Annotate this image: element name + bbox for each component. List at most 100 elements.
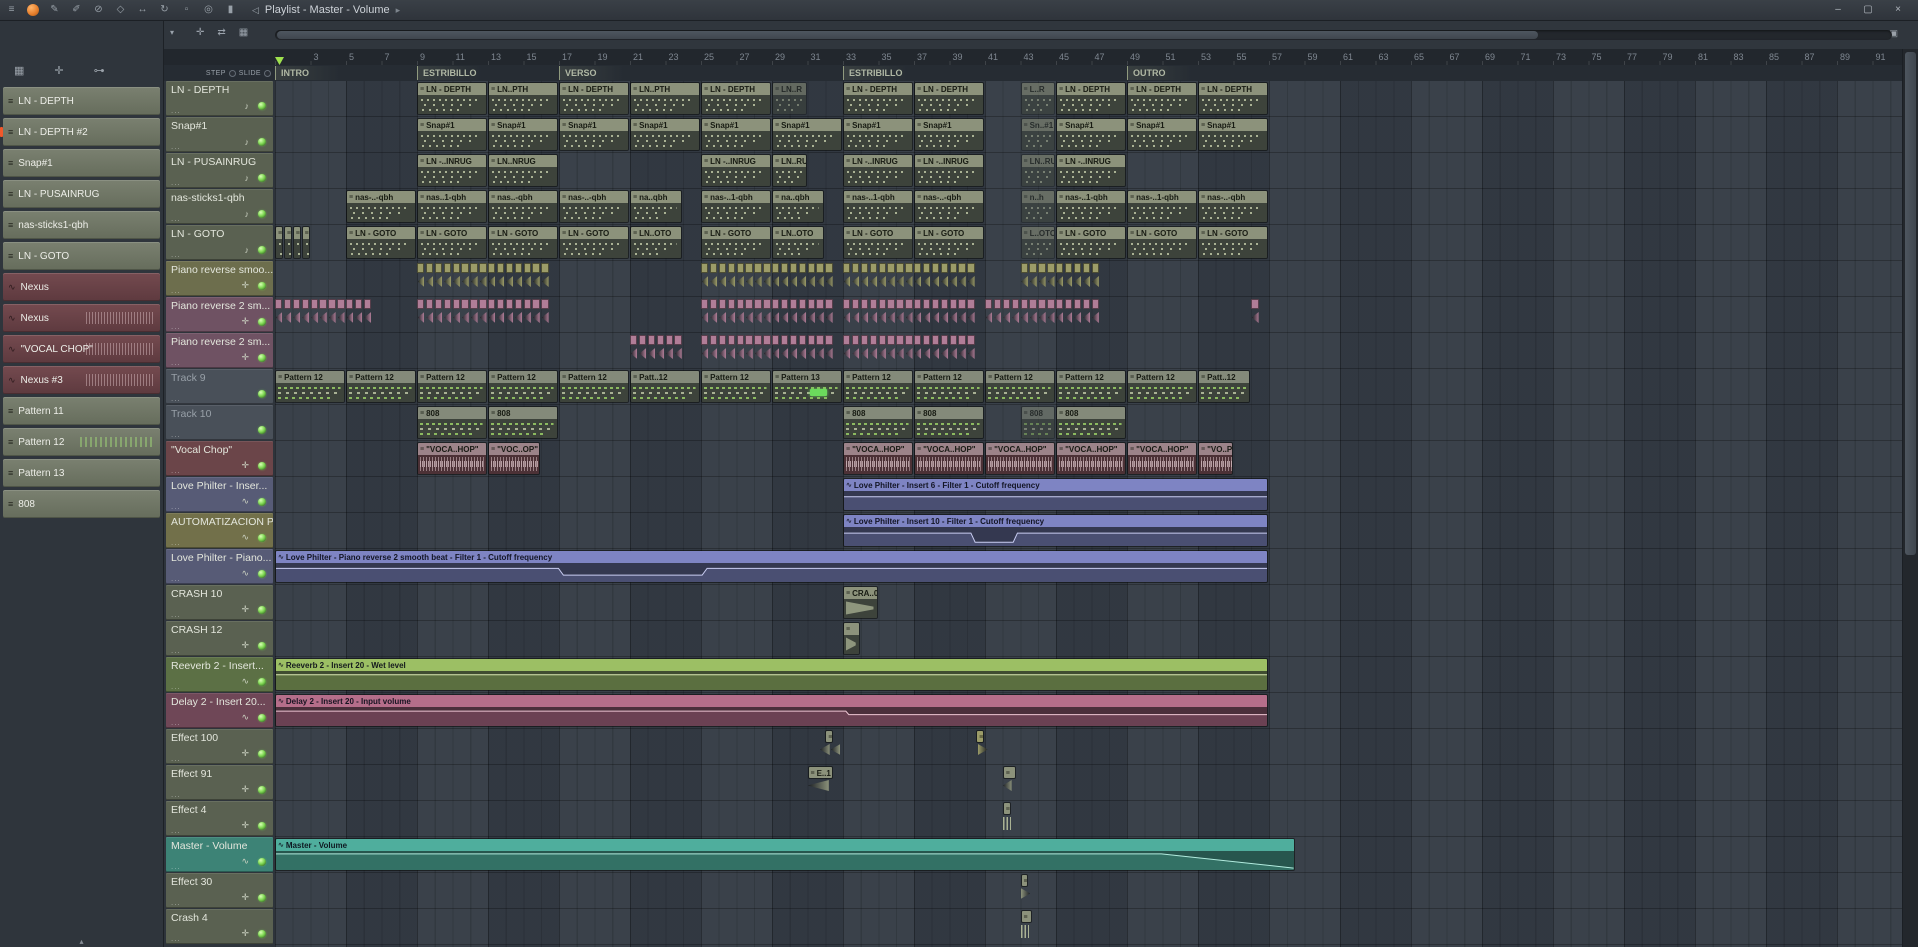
clip-stub[interactable]: ≡: [825, 730, 834, 743]
link-icon[interactable]: ⊶: [94, 64, 105, 77]
audio-mini-clip[interactable]: [1056, 263, 1064, 273]
audio-mini-clip[interactable]: [505, 263, 514, 273]
audio-arrow-clip[interactable]: [772, 276, 780, 287]
audio-arrow-clip[interactable]: [1047, 312, 1055, 323]
audio-mini-clip[interactable]: [718, 335, 727, 345]
audio-mini-clip[interactable]: [1029, 299, 1037, 309]
snap-grid-icon[interactable]: ▦: [239, 27, 248, 38]
audio-mini-clip[interactable]: [417, 299, 425, 309]
audio-arrow-clip[interactable]: [719, 312, 727, 323]
pattern-clip[interactable]: ≡ LN - GOTO: [559, 226, 629, 259]
close-button[interactable]: ×: [1883, 0, 1913, 20]
track-header[interactable]: CRASH 12... ✛: [166, 621, 273, 656]
timeline-marker[interactable]: VERSO: [559, 66, 645, 80]
pattern-clip[interactable]: ≡ Pattern 12: [346, 370, 416, 403]
audio-mini-clip[interactable]: [887, 263, 895, 273]
track-header[interactable]: Snap#1... ♪: [166, 117, 273, 152]
mute-led[interactable]: [258, 642, 266, 650]
audio-arrow-clip[interactable]: [648, 348, 656, 359]
audio-mini-clip[interactable]: [878, 263, 886, 273]
audio-arrow-clip[interactable]: [426, 312, 434, 323]
track-header[interactable]: CRASH 10... ✛: [166, 585, 273, 620]
mute-led[interactable]: [258, 930, 266, 938]
audio-mini-clip[interactable]: [736, 299, 744, 309]
paint-tool-icon[interactable]: ✐: [70, 0, 83, 20]
audio-mini-clip[interactable]: [860, 263, 869, 273]
clip-stub[interactable]: ≡: [1020, 874, 1029, 887]
mute-led[interactable]: [258, 282, 266, 290]
audio-arrow-clip[interactable]: [719, 348, 727, 359]
audio-arrow-clip[interactable]: [879, 348, 886, 359]
pattern-clip[interactable]: ≡ 808: [488, 406, 558, 439]
mute-led[interactable]: [258, 606, 266, 614]
pattern-clip[interactable]: ≡ na..qbh: [772, 190, 825, 223]
audio-mini-clip[interactable]: [1047, 263, 1055, 273]
audio-mini-clip[interactable]: [922, 335, 931, 345]
audio-arrow-clip[interactable]: [497, 312, 505, 323]
audio-arrow-clip[interactable]: [870, 312, 877, 323]
pattern-clip[interactable]: ≡ nas-..1-qbh: [1127, 190, 1197, 223]
audio-mini-clip[interactable]: [443, 299, 451, 309]
pattern-list-item[interactable]: ∿ Nexus #3: [3, 366, 160, 394]
automation-clip[interactable]: ∿ Master - Volume: [275, 838, 1295, 871]
pattern-clip[interactable]: ≡ Snap#1: [914, 118, 984, 151]
audio-mini-clip[interactable]: [763, 335, 771, 345]
audio-arrow-clip[interactable]: [1074, 276, 1082, 287]
audio-mini-clip[interactable]: [780, 263, 789, 273]
audio-arrow-clip[interactable]: [532, 312, 540, 323]
audio-mini-clip[interactable]: [532, 299, 540, 309]
mute-led[interactable]: [258, 246, 266, 254]
pattern-clip[interactable]: ≡: [275, 226, 283, 259]
pattern-clip[interactable]: ≡ Snap#1: [488, 118, 558, 151]
audio-mini-clip[interactable]: [665, 335, 673, 345]
audio-arrow-clip[interactable]: [701, 312, 709, 323]
audio-arrow-clip[interactable]: [950, 312, 957, 323]
mute-led[interactable]: [258, 750, 266, 758]
audio-arrow-clip[interactable]: [470, 276, 478, 287]
audio-mini-clip[interactable]: [514, 263, 522, 273]
pattern-list-item[interactable]: ≡ nas-sticks1-qbh: [3, 211, 160, 239]
zoom-tool-icon[interactable]: ◎: [202, 0, 215, 20]
audio-arrow-clip[interactable]: [790, 312, 798, 323]
audio-mini-clip[interactable]: [985, 299, 993, 309]
pattern-clip[interactable]: ≡ 808: [914, 406, 984, 439]
clip-stub[interactable]: ≡: [1020, 910, 1032, 923]
track-mode-auto-icon[interactable]: ∿: [241, 856, 249, 867]
audio-mini-clip[interactable]: [727, 263, 735, 273]
audio-arrow-clip[interactable]: [1029, 312, 1037, 323]
track-header[interactable]: Love Philter - Inser...... ∿: [166, 477, 273, 512]
track-header[interactable]: Piano reverse smoo...... ✛: [166, 261, 273, 296]
track-mode-note-icon[interactable]: ♪: [245, 101, 250, 111]
audio-arrow-clip[interactable]: [958, 348, 966, 359]
audio-mini-clip[interactable]: [1073, 263, 1082, 273]
audio-arrow-clip[interactable]: [524, 312, 531, 323]
audio-mini-clip[interactable]: [851, 299, 860, 309]
audio-mini-clip[interactable]: [851, 263, 860, 273]
track-lane[interactable]: [275, 297, 1903, 333]
audio-spikes-clip[interactable]: [1002, 817, 1011, 830]
track-mode-note-icon[interactable]: ♪: [245, 137, 250, 147]
select-tool-icon[interactable]: ▫: [180, 0, 193, 20]
audio-mini-clip[interactable]: [354, 299, 363, 309]
clip-stub[interactable]: ≡ E..1: [807, 766, 834, 779]
timeline-marker[interactable]: INTRO: [275, 66, 361, 80]
audio-arrow-clip[interactable]: [728, 276, 735, 287]
pattern-clip[interactable]: ≡ LN - DEPTH: [1198, 82, 1268, 115]
audio-arrow-clip[interactable]: [435, 312, 443, 323]
audio-arrow-clip[interactable]: [328, 312, 336, 323]
track-lane[interactable]: ≡ Pattern 12 ≡ Pattern 12 ≡ Pattern 12 ≡ Patter…: [275, 369, 1903, 405]
pattern-clip[interactable]: ≡ nas-..-qbh: [559, 190, 629, 223]
audio-mini-clip[interactable]: [1091, 263, 1099, 273]
audio-arrow-clip[interactable]: [763, 276, 771, 287]
audio-arrow-clip[interactable]: [790, 348, 798, 359]
audio-mini-clip[interactable]: [701, 299, 709, 309]
pattern-clip[interactable]: ≡ LN -..INRUG: [417, 154, 487, 187]
audio-arrow-clip[interactable]: [1029, 276, 1037, 287]
audio-mini-clip[interactable]: [1047, 299, 1055, 309]
pattern-list-item[interactable]: ∿ Nexus: [3, 273, 160, 301]
audio-mini-clip[interactable]: [931, 335, 940, 345]
audio-arrow-clip[interactable]: [541, 312, 549, 323]
pattern-clip[interactable]: ≡ LN - GOTO: [1056, 226, 1126, 259]
audio-arrow-clip[interactable]: [896, 348, 904, 359]
mute-led[interactable]: [258, 426, 266, 434]
